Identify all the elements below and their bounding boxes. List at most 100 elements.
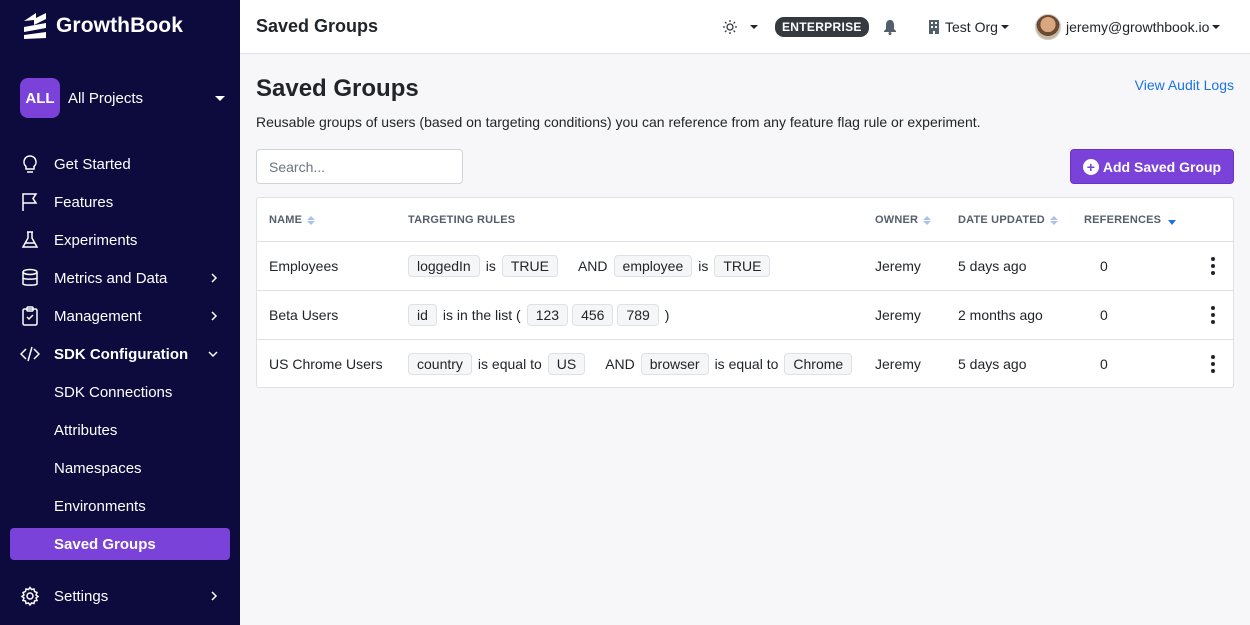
- chevron-down-icon: [208, 351, 218, 358]
- project-selector[interactable]: ALL All Projects: [20, 78, 228, 118]
- attribute-pill: loggedIn: [408, 255, 480, 277]
- nav-attributes[interactable]: Attributes: [10, 414, 230, 446]
- top-bar: Saved Groups ENTERPRISE Test Org jeremy@…: [240, 0, 1250, 54]
- building-icon: [929, 20, 939, 34]
- targeting-rules: id is in the list ( 123 456 789 ): [408, 291, 671, 339]
- value-pill: Chrome: [784, 353, 853, 375]
- targeting-rules: country is equal to US AND browser is eq…: [408, 340, 853, 388]
- sort-icon: [307, 215, 316, 225]
- column-header-references[interactable]: REFERENCES: [1084, 214, 1177, 226]
- table-row[interactable]: Employees loggedIn is TRUE AND employee …: [257, 241, 1233, 290]
- value-pill: TRUE: [501, 255, 558, 277]
- header-label: NAME: [269, 214, 303, 226]
- nav-label: Environments: [54, 497, 146, 515]
- plus-circle-icon: +: [1082, 158, 1099, 175]
- code-icon: [20, 344, 40, 364]
- flask-icon: [20, 230, 40, 250]
- nav-label: Get Started: [54, 155, 131, 173]
- header-label: REFERENCES: [1084, 214, 1162, 226]
- nav-label: Management: [54, 307, 142, 325]
- column-header-name[interactable]: NAME: [269, 214, 316, 226]
- sun-icon: [723, 20, 737, 34]
- group-name[interactable]: Employees: [269, 242, 338, 290]
- nav-metrics-and-data[interactable]: Metrics and Data: [10, 262, 230, 294]
- attribute-pill: employee: [613, 255, 693, 277]
- gear-icon: [20, 586, 40, 606]
- attribute-pill: id: [408, 304, 437, 326]
- references-cell: 0: [1100, 356, 1108, 372]
- database-icon: [20, 268, 40, 288]
- sort-icon: [923, 215, 932, 225]
- date-cell: 5 days ago: [958, 356, 1027, 372]
- caret-down-icon: [1000, 25, 1009, 29]
- theme-toggle[interactable]: [722, 0, 758, 54]
- sidebar: GrowthBook ALL All Projects Get Started …: [0, 0, 240, 625]
- nav-namespaces[interactable]: Namespaces: [10, 452, 230, 484]
- app-name: GrowthBook: [56, 14, 183, 37]
- chevron-right-icon: [211, 273, 218, 283]
- nav-saved-groups[interactable]: Saved Groups: [10, 528, 230, 560]
- attribute-pill: country: [408, 353, 472, 375]
- references-cell: 0: [1100, 307, 1108, 323]
- and-text: AND: [605, 356, 635, 372]
- chevron-right-icon: [211, 591, 218, 601]
- avatar: [1035, 14, 1061, 40]
- nav-sdk-connections[interactable]: SDK Connections: [10, 376, 230, 408]
- nav-features[interactable]: Features: [10, 186, 230, 218]
- operator-text: is in the list (: [442, 307, 521, 323]
- header-label: OWNER: [875, 214, 919, 226]
- clipboard-icon: [20, 306, 40, 326]
- operator-text: is: [485, 258, 496, 274]
- more-options-icon[interactable]: [1210, 257, 1216, 275]
- targeting-rules: loggedIn is TRUE AND employee is TRUE: [408, 242, 771, 290]
- lightbulb-icon: [20, 154, 40, 174]
- more-options-icon[interactable]: [1210, 355, 1216, 373]
- value-pill: TRUE: [714, 255, 771, 277]
- view-audit-logs-link[interactable]: View Audit Logs: [1135, 77, 1234, 93]
- caret-down-icon: [750, 25, 758, 29]
- nav-management[interactable]: Management: [10, 300, 230, 332]
- notifications-button[interactable]: [883, 0, 897, 54]
- nav-label: Settings: [54, 587, 109, 605]
- nav-label: Experiments: [54, 231, 138, 249]
- nav-label: Attributes: [54, 421, 118, 439]
- date-cell: 2 months ago: [958, 307, 1043, 323]
- nav-environments[interactable]: Environments: [10, 490, 230, 522]
- search-input[interactable]: [256, 149, 463, 184]
- value-pill: 123: [526, 304, 569, 326]
- references-cell: 0: [1100, 258, 1108, 274]
- header-label: TARGETING RULES: [408, 214, 516, 226]
- column-header-date-updated[interactable]: DATE UPDATED: [958, 214, 1058, 226]
- enterprise-badge: ENTERPRISE: [775, 17, 869, 37]
- nav-get-started[interactable]: Get Started: [10, 148, 230, 180]
- nav-label: Namespaces: [54, 459, 142, 477]
- user-menu[interactable]: jeremy@growthbook.io: [1035, 0, 1221, 54]
- table-row[interactable]: Beta Users id is in the list ( 123 456 7…: [257, 290, 1233, 339]
- group-name[interactable]: Beta Users: [269, 291, 338, 339]
- nav-label: SDK Configuration: [54, 345, 189, 363]
- operator-text: is equal to: [477, 356, 542, 372]
- growthbook-logo[interactable]: GrowthBook: [22, 9, 183, 43]
- org-selector[interactable]: Test Org: [928, 0, 1009, 54]
- nav-settings[interactable]: Settings: [10, 580, 230, 612]
- table-row[interactable]: US Chrome Users country is equal to US A…: [257, 339, 1233, 388]
- nav-sdk-configuration[interactable]: SDK Configuration: [10, 338, 230, 370]
- group-name[interactable]: US Chrome Users: [269, 340, 383, 388]
- bell-icon: [884, 20, 896, 35]
- sort-icon: [1049, 215, 1058, 225]
- plan-badge-wrap: ENTERPRISE: [775, 0, 869, 54]
- add-saved-group-button[interactable]: + Add Saved Group: [1070, 149, 1234, 184]
- and-text: AND: [577, 258, 608, 274]
- nav-experiments[interactable]: Experiments: [10, 224, 230, 256]
- saved-groups-table: NAME TARGETING RULES OWNER DATE UPDATED …: [256, 197, 1234, 388]
- growthbook-logo-icon: [24, 13, 46, 39]
- page-title: Saved Groups: [256, 75, 419, 102]
- top-bar-title: Saved Groups: [256, 16, 379, 36]
- attribute-pill: browser: [640, 353, 709, 375]
- caret-down-icon: [1212, 25, 1221, 29]
- column-header-owner[interactable]: OWNER: [875, 214, 932, 226]
- page-subtitle: Reusable groups of users (based on targe…: [256, 114, 981, 130]
- operator-text: is: [698, 258, 709, 274]
- more-options-icon[interactable]: [1210, 306, 1216, 324]
- project-badge: ALL: [20, 78, 60, 118]
